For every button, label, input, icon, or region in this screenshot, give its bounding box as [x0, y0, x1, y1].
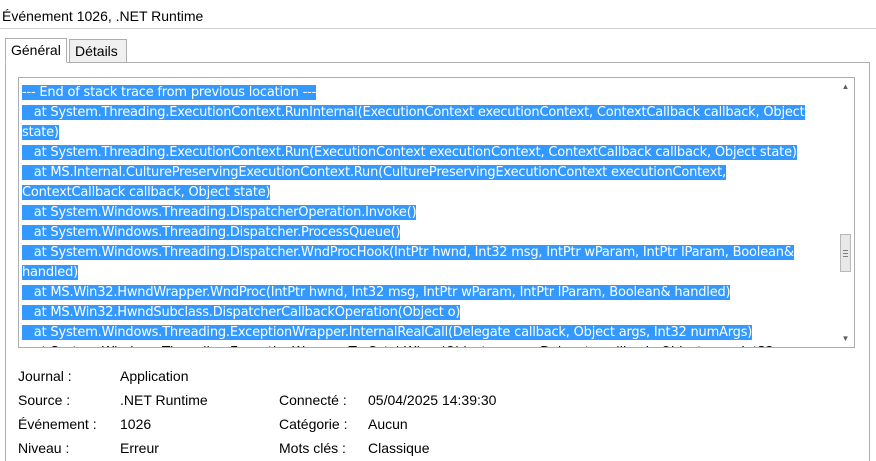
event-text-line-content: at System.Threading.ExecutionContext.Run… — [22, 105, 805, 120]
event-text-line: at MS.Win32.HwndSubclass.DispatcherCallb… — [22, 303, 828, 323]
thumb-grip-icon — [843, 253, 848, 254]
event-text-line-content: at System.Windows.Threading.ExceptionWra… — [22, 325, 753, 340]
scroll-up-arrow-icon[interactable]: ▲ — [837, 78, 854, 95]
event-text-line: at System.Threading.ExecutionContext.Run… — [22, 143, 828, 163]
event-text-line: --- End of stack trace from previous loc… — [22, 83, 828, 103]
event-text-line-content: ContextCallback callback, Object state) — [22, 185, 271, 200]
event-text-line: at MS.Win32.HwndWrapper.WndProc(IntPtr h… — [22, 283, 828, 303]
scrollbar-thumb[interactable] — [840, 234, 851, 272]
event-text-line-content: at System.Windows.Threading.DispatcherOp… — [22, 205, 417, 220]
window-titlebar: Événement 1026, .NET Runtime — [0, 0, 876, 29]
event-text-line-content: handled) — [22, 265, 79, 280]
event-text-line-content: at System.Threading.ExecutionContext.Run… — [22, 145, 797, 160]
event-text-line-content: at System.Windows.Threading.ExceptionWra… — [22, 345, 774, 347]
event-text-line: at MS.Internal.CulturePreservingExecutio… — [22, 163, 828, 183]
event-description-textbox[interactable]: --- End of stack trace from previous loc… — [18, 77, 855, 348]
event-text-line-content: at MS.Win32.HwndWrapper.WndProc(IntPtr h… — [22, 285, 731, 300]
event-text-line: at System.Windows.Threading.Dispatcher.W… — [22, 243, 828, 263]
event-text-line: at System.Windows.Threading.Dispatcher.P… — [22, 223, 828, 243]
tab-details[interactable]: Détails — [69, 39, 127, 63]
event-text-line-content: at MS.Internal.CulturePreservingExecutio… — [22, 165, 726, 180]
event-text-line: handled) — [22, 263, 828, 283]
event-text-line-content: at MS.Win32.HwndSubclass.DispatcherCallb… — [22, 305, 461, 320]
event-text-line-content: --- End of stack trace from previous loc… — [22, 85, 317, 100]
event-text-line-content: at System.Windows.Threading.Dispatcher.W… — [22, 245, 794, 260]
thumb-grip-icon — [843, 250, 848, 251]
vertical-scrollbar[interactable]: ▲ ▼ — [837, 78, 854, 347]
scroll-down-arrow-icon[interactable]: ▼ — [837, 330, 854, 347]
event-text-line-content: at System.Windows.Threading.Dispatcher.P… — [22, 225, 401, 240]
event-text-line: at System.Threading.ExecutionContext.Run… — [22, 103, 828, 123]
window-title: Événement 1026, .NET Runtime — [2, 8, 204, 24]
thumb-grip-icon — [843, 256, 848, 257]
tab-general[interactable]: Général — [5, 38, 67, 63]
event-text-line: at System.Windows.Threading.ExceptionWra… — [22, 343, 828, 347]
event-text-line: at System.Windows.Threading.ExceptionWra… — [22, 323, 828, 343]
event-text-line: at System.Windows.Threading.DispatcherOp… — [22, 203, 828, 223]
event-text-line: state) — [22, 123, 828, 143]
event-description-lines: --- End of stack trace from previous loc… — [22, 83, 828, 347]
event-text-line: ContextCallback callback, Object state) — [22, 183, 828, 203]
event-text-line-content: state) — [22, 125, 59, 140]
